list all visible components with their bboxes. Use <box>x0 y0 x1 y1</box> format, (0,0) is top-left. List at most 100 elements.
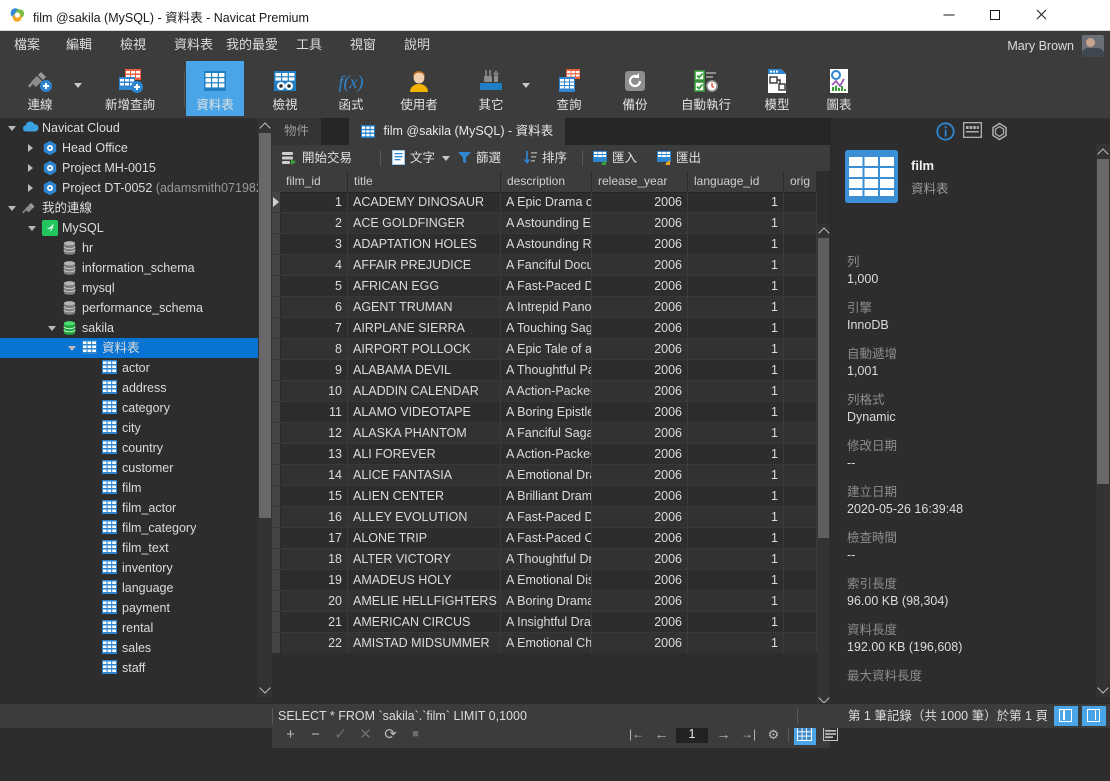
ribbon-model-button[interactable]: 模型 <box>748 61 806 116</box>
sidebar-item-information_schema[interactable]: information_schema <box>0 258 258 278</box>
column-header-release_year[interactable]: release_year <box>592 171 688 192</box>
sidebar-item-mysql[interactable]: MySQL <box>0 218 258 238</box>
grid-cell[interactable]: 1 <box>688 297 784 317</box>
sidebar-tree[interactable]: Navicat CloudHead OfficeProject MH-0015P… <box>0 118 258 697</box>
grid-cell[interactable] <box>784 486 817 506</box>
grid-cell[interactable]: 1 <box>688 192 784 212</box>
grid-cell[interactable]: A Epic Drama of <box>501 192 592 212</box>
grid-cell[interactable]: 2006 <box>592 507 688 527</box>
avatar[interactable] <box>1082 35 1104 57</box>
export-button[interactable]: 匯出 <box>654 145 707 171</box>
grid-cell[interactable]: 2006 <box>592 633 688 653</box>
grid-cell[interactable]: 2006 <box>592 528 688 548</box>
grid-cell[interactable]: 8 <box>280 339 348 359</box>
column-header-film_id[interactable]: film_id <box>280 171 348 192</box>
grid-cell[interactable]: ALIEN CENTER <box>348 486 501 506</box>
grid-cell[interactable]: 21 <box>280 612 348 632</box>
sidebar-item-address[interactable]: address <box>0 378 258 398</box>
sidebar-item--[interactable]: 資料表 <box>0 338 258 358</box>
grid-cell[interactable]: A Epic Tale of a N <box>501 339 592 359</box>
grid-cell[interactable]: 10 <box>280 381 348 401</box>
grid-cell[interactable]: ALTER VICTORY <box>348 549 501 569</box>
grid-cell[interactable]: ALAMO VIDEOTAPE <box>348 402 501 422</box>
grid-cell[interactable]: AMERICAN CIRCUS <box>348 612 501 632</box>
grid-cell[interactable]: 1 <box>688 213 784 233</box>
table-row[interactable]: 9ALABAMA DEVILA Thoughtful Pa20061 <box>272 360 817 381</box>
expand-arrow-open-icon[interactable] <box>48 326 56 331</box>
grid-cell[interactable]: 12 <box>280 423 348 443</box>
ribbon-table-button[interactable]: 資料表 <box>186 61 244 116</box>
grid-cell[interactable]: 1 <box>688 318 784 338</box>
table-row[interactable]: 16ALLEY EVOLUTIONA Fast-Paced Dra20061 <box>272 507 817 528</box>
grid-cell[interactable]: AGENT TRUMAN <box>348 297 501 317</box>
grid-cell[interactable]: A Astounding Ep <box>501 213 592 233</box>
grid-cell[interactable]: A Fast-Paced Do <box>501 276 592 296</box>
import-button[interactable]: 匯入 <box>590 145 643 171</box>
sidebar-item-film_actor[interactable]: film_actor <box>0 498 258 518</box>
grid-cell[interactable]: A Fanciful Docur <box>501 255 592 275</box>
grid-cell[interactable]: 2 <box>280 213 348 233</box>
grid-cell[interactable]: 2006 <box>592 339 688 359</box>
info-scroll-thumb[interactable] <box>1097 159 1109 484</box>
sidebar-item-payment[interactable]: payment <box>0 598 258 618</box>
grid-cell[interactable]: 16 <box>280 507 348 527</box>
sidebar-scroll-thumb[interactable] <box>259 133 271 518</box>
grid-cell[interactable]: 1 <box>688 276 784 296</box>
grid-vscroll-thumb[interactable] <box>818 238 829 538</box>
grid-cell[interactable]: A Thoughtful Pa <box>501 360 592 380</box>
ribbon-view-button[interactable]: 檢視 <box>256 61 314 116</box>
sidebar-item-performance_schema[interactable]: performance_schema <box>0 298 258 318</box>
sidebar-item-language[interactable]: language <box>0 578 258 598</box>
info-tab-button[interactable] <box>936 122 956 142</box>
sidebar-scroll-up-button[interactable] <box>258 118 272 133</box>
table-row[interactable]: 8AIRPORT POLLOCKA Epic Tale of a N20061 <box>272 339 817 360</box>
sidebar-item-inventory[interactable]: inventory <box>0 558 258 578</box>
grid-cell[interactable]: 1 <box>688 486 784 506</box>
grid-cell[interactable] <box>784 381 817 401</box>
grid-cell[interactable]: 5 <box>280 276 348 296</box>
grid-cell[interactable] <box>784 570 817 590</box>
ribbon-connection-button[interactable]: 連線 <box>8 61 72 116</box>
grid-cell[interactable] <box>784 549 817 569</box>
ribbon-query-button[interactable]: 查詢 <box>540 61 598 116</box>
expand-arrow-open-icon[interactable] <box>8 126 16 131</box>
ribbon-other-button[interactable]: 其它 <box>462 61 520 116</box>
grid-cell[interactable]: AMADEUS HOLY <box>348 570 501 590</box>
sidebar-item-film[interactable]: film <box>0 478 258 498</box>
grid-cell[interactable]: 6 <box>280 297 348 317</box>
table-row[interactable]: 18ALTER VICTORYA Thoughtful Dra20061 <box>272 549 817 570</box>
grid-cell[interactable]: A Fast-Paced Dra <box>501 507 592 527</box>
grid-cell[interactable] <box>784 339 817 359</box>
grid-cell[interactable]: A Boring Drama <box>501 591 592 611</box>
toggle-right-panel-button[interactable] <box>1082 706 1106 726</box>
grid-cell[interactable]: ALASKA PHANTOM <box>348 423 501 443</box>
ribbon-user-button[interactable]: 使用者 <box>388 61 450 116</box>
tab-film-table[interactable]: film @sakila (MySQL) - 資料表 <box>349 118 565 145</box>
grid-cell[interactable]: 1 <box>688 234 784 254</box>
grid-cell[interactable]: 18 <box>280 549 348 569</box>
sidebar-scrollbar[interactable] <box>258 118 272 697</box>
grid-cell[interactable]: 1 <box>688 528 784 548</box>
chevron-down-icon[interactable] <box>74 83 82 88</box>
grid-cell[interactable]: ALONE TRIP <box>348 528 501 548</box>
menu-item-edit[interactable]: 編輯 <box>56 31 102 59</box>
grid-cell[interactable]: 1 <box>688 255 784 275</box>
sidebar-item-film_category[interactable]: film_category <box>0 518 258 538</box>
menu-item-help[interactable]: 說明 <box>394 31 440 59</box>
ddl-tab-button[interactable] <box>963 122 983 142</box>
grid-cell[interactable]: 1 <box>688 360 784 380</box>
grid-cell[interactable]: A Emotional Dra <box>501 465 592 485</box>
grid-cell[interactable]: A Fast-Paced Ch <box>501 528 592 548</box>
grid-cell[interactable]: 4 <box>280 255 348 275</box>
grid-cell[interactable] <box>784 234 817 254</box>
table-row[interactable]: 13ALI FOREVERA Action-Packed20061 <box>272 444 817 465</box>
column-header-title[interactable]: title <box>348 171 501 192</box>
menu-item-view[interactable]: 檢視 <box>110 31 156 59</box>
preview-tab-button[interactable] <box>990 122 1010 142</box>
grid-cell[interactable]: AIRPORT POLLOCK <box>348 339 501 359</box>
grid-cell[interactable]: A Boring Epistle <box>501 402 592 422</box>
grid-cell[interactable]: ALABAMA DEVIL <box>348 360 501 380</box>
grid-cell[interactable]: 1 <box>280 192 348 212</box>
grid-cell[interactable]: A Action-Packed <box>501 381 592 401</box>
grid-cell[interactable]: 2006 <box>592 486 688 506</box>
